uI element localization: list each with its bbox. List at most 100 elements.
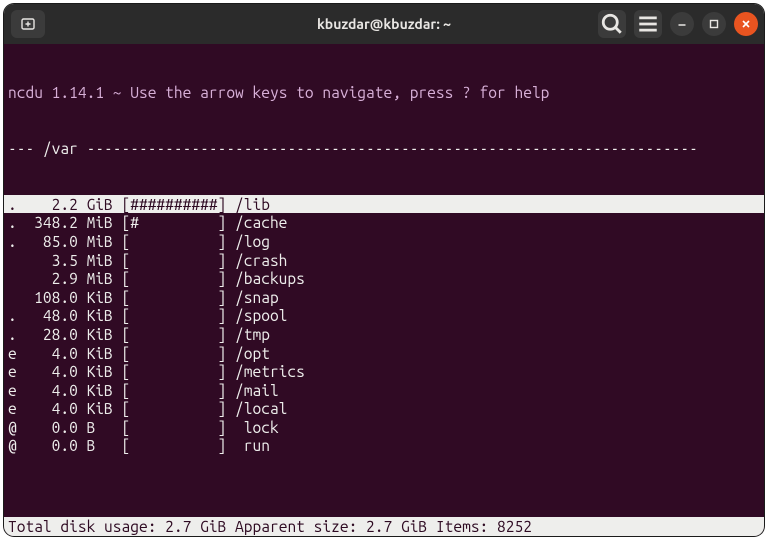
ncdu-row[interactable]: .48.0 KiB [ ] /spool <box>4 306 764 325</box>
ncdu-row[interactable]: .85.0 MiB [ ] /log <box>4 232 764 251</box>
row-size: 4.0 <box>25 381 77 400</box>
row-flag <box>8 251 25 270</box>
row-name: /opt <box>235 344 760 363</box>
row-bar: [# ] <box>122 213 236 232</box>
row-flag: . <box>8 325 25 344</box>
search-button[interactable] <box>598 10 626 38</box>
row-size: 0.0 <box>25 436 77 455</box>
row-flag: e <box>8 381 25 400</box>
row-unit: KiB <box>78 344 122 363</box>
row-unit: GiB <box>78 195 122 214</box>
row-flag: @ <box>8 418 25 437</box>
row-name: /spool <box>235 306 760 325</box>
row-unit: KiB <box>78 381 122 400</box>
row-size: 85.0 <box>25 232 77 251</box>
new-tab-icon <box>20 16 36 32</box>
row-size: 0.0 <box>25 418 77 437</box>
row-unit: KiB <box>78 325 122 344</box>
row-flag: . <box>8 232 25 251</box>
row-flag: . <box>8 306 25 325</box>
row-unit: B <box>78 436 122 455</box>
row-bar: [ ] <box>122 344 236 363</box>
terminal-window: kbuzdar@kbuzdar: ~ <box>4 4 764 536</box>
row-unit: KiB <box>78 399 122 418</box>
row-size: 48.0 <box>25 306 77 325</box>
row-bar: [ ] <box>122 251 236 270</box>
row-size: 348.2 <box>25 213 77 232</box>
close-icon <box>740 18 752 30</box>
row-bar: [ ] <box>122 306 236 325</box>
row-bar: [ ] <box>122 436 236 455</box>
ncdu-row[interactable]: .348.2 MiB [# ] /cache <box>4 213 764 232</box>
row-flag: . <box>8 195 25 214</box>
ncdu-row[interactable]: e4.0 KiB [ ] /mail <box>4 381 764 400</box>
row-name: /mail <box>235 381 760 400</box>
row-name: /metrics <box>235 362 760 381</box>
hamburger-icon <box>634 10 662 38</box>
row-bar: [##########] <box>122 195 236 214</box>
menu-button[interactable] <box>634 10 662 38</box>
row-unit: MiB <box>78 213 122 232</box>
row-bar: [ ] <box>122 232 236 251</box>
row-name: lock <box>235 418 760 437</box>
row-bar: [ ] <box>122 325 236 344</box>
row-flag: . <box>8 213 25 232</box>
terminal-body[interactable]: ncdu 1.14.1 ~ Use the arrow keys to navi… <box>4 44 764 536</box>
row-flag: @ <box>8 436 25 455</box>
row-bar: [ ] <box>122 288 236 307</box>
row-name: /lib <box>235 195 760 214</box>
row-size: 2.2 <box>25 195 77 214</box>
row-unit: KiB <box>78 288 122 307</box>
ncdu-path: --- /var -------------------------------… <box>4 139 764 158</box>
ncdu-row[interactable]: 2.9 MiB [ ] /backups <box>4 269 764 288</box>
row-bar: [ ] <box>122 381 236 400</box>
row-size: 108.0 <box>25 288 77 307</box>
row-name: /log <box>235 232 760 251</box>
row-bar: [ ] <box>122 399 236 418</box>
row-size: 28.0 <box>25 325 77 344</box>
ncdu-output: ncdu 1.14.1 ~ Use the arrow keys to navi… <box>4 44 764 517</box>
row-name: /tmp <box>235 325 760 344</box>
row-size: 3.5 <box>25 251 77 270</box>
ncdu-row[interactable]: .2.2 GiB [##########] /lib <box>4 195 764 214</box>
row-unit: B <box>78 418 122 437</box>
row-size: 4.0 <box>25 344 77 363</box>
row-unit: KiB <box>78 306 122 325</box>
row-unit: KiB <box>78 362 122 381</box>
ncdu-footer: Total disk usage: 2.7 GiB Apparent size:… <box>4 517 764 536</box>
ncdu-row[interactable]: @0.0 B [ ] lock <box>4 418 764 437</box>
ncdu-row[interactable]: @0.0 B [ ] run <box>4 436 764 455</box>
minimize-icon <box>676 18 688 30</box>
ncdu-row[interactable]: .28.0 KiB [ ] /tmp <box>4 325 764 344</box>
ncdu-row[interactable]: e4.0 KiB [ ] /opt <box>4 344 764 363</box>
maximize-button[interactable] <box>702 12 726 36</box>
row-bar: [ ] <box>122 418 236 437</box>
row-unit: MiB <box>78 251 122 270</box>
new-tab-button[interactable] <box>11 10 45 38</box>
row-name: /snap <box>235 288 760 307</box>
row-name: /local <box>235 399 760 418</box>
row-flag: e <box>8 362 25 381</box>
row-unit: MiB <box>78 232 122 251</box>
search-icon <box>598 10 626 38</box>
close-button[interactable] <box>734 12 758 36</box>
ncdu-header: ncdu 1.14.1 ~ Use the arrow keys to navi… <box>4 83 764 102</box>
row-name: /backups <box>235 269 760 288</box>
row-bar: [ ] <box>122 269 236 288</box>
row-unit: MiB <box>78 269 122 288</box>
maximize-icon <box>708 18 720 30</box>
row-flag <box>8 269 25 288</box>
row-size: 4.0 <box>25 399 77 418</box>
ncdu-row[interactable]: 108.0 KiB [ ] /snap <box>4 288 764 307</box>
row-name: /crash <box>235 251 760 270</box>
minimize-button[interactable] <box>670 12 694 36</box>
row-flag: e <box>8 344 25 363</box>
row-flag <box>8 288 25 307</box>
row-bar: [ ] <box>122 362 236 381</box>
titlebar: kbuzdar@kbuzdar: ~ <box>4 4 764 44</box>
ncdu-row[interactable]: 3.5 MiB [ ] /crash <box>4 251 764 270</box>
ncdu-row[interactable]: e4.0 KiB [ ] /metrics <box>4 362 764 381</box>
row-size: 2.9 <box>25 269 77 288</box>
ncdu-row[interactable]: e4.0 KiB [ ] /local <box>4 399 764 418</box>
row-name: run <box>235 436 760 455</box>
